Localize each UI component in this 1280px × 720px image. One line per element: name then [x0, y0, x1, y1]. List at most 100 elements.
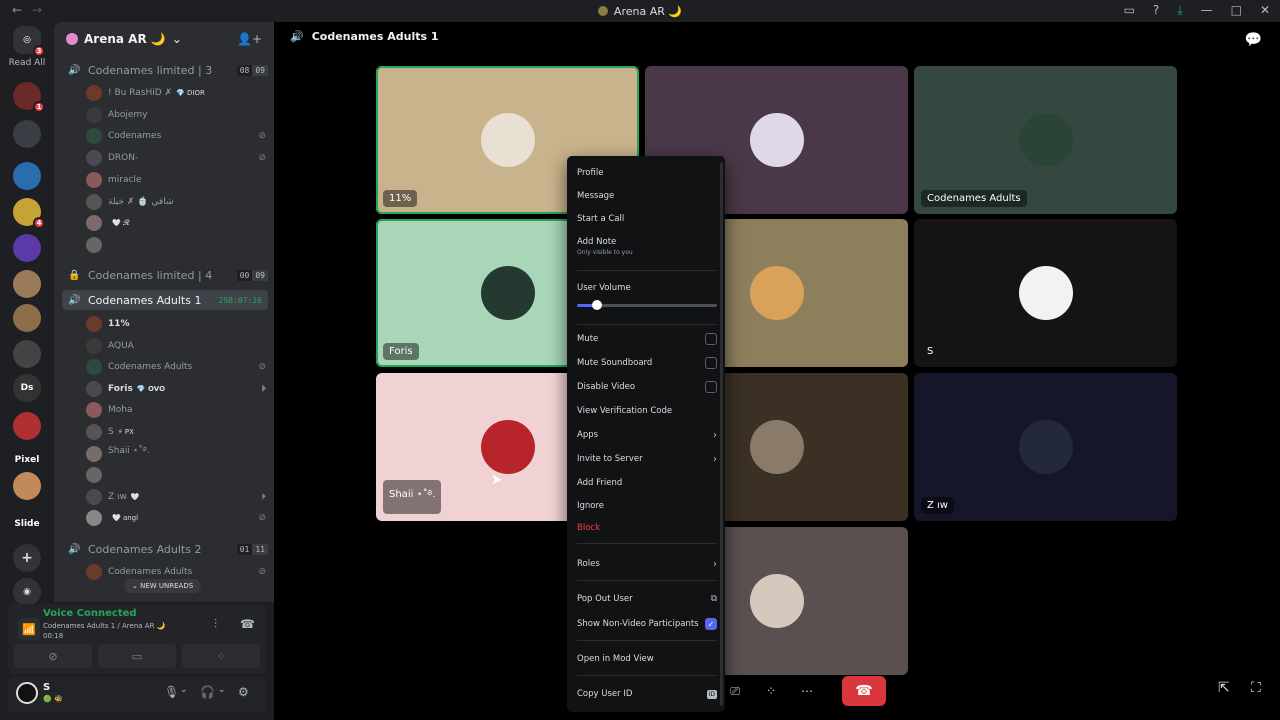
show-non-video-checkbox[interactable]: ✓	[705, 618, 717, 630]
inbox-icon[interactable]: ▭	[1124, 3, 1135, 18]
menu-item-start-call[interactable]: Start a Call	[577, 212, 717, 226]
help-icon[interactable]: ?	[1153, 3, 1159, 18]
menu-item-apps[interactable]: Apps ›	[577, 428, 717, 442]
pop-out-icon[interactable]: ⇱	[1218, 680, 1230, 696]
read-all-button[interactable]: Read All	[4, 58, 50, 68]
screen-share-icon[interactable]: ⎚	[724, 680, 746, 702]
server-icon-9[interactable]	[13, 412, 41, 440]
voice-channel-limited-3[interactable]: 🔊 Codenames limited | 3 08 09	[62, 60, 268, 80]
download-icon[interactable]: ⤓	[1177, 3, 1182, 18]
voice-user[interactable]: Shaii ⋆˚࿔.	[86, 444, 266, 464]
chevron-down-icon[interactable]: ⌄	[218, 685, 226, 695]
voice-user[interactable]: 🤍 𝓡	[86, 213, 266, 233]
voice-user[interactable]: miracle	[86, 170, 266, 190]
menu-item-open-mod-view[interactable]: Open in Mod View	[577, 652, 717, 666]
server-icon-12[interactable]: Slide	[13, 510, 41, 538]
server-icon-11[interactable]	[13, 472, 41, 500]
server-icon-1[interactable]	[13, 120, 41, 148]
new-unreads-pill[interactable]: ⌄ NEW UNREADS	[124, 579, 202, 593]
microphone-icon[interactable]: 🎙	[164, 685, 179, 699]
menu-item-add-note[interactable]: Add Note Only visible to you	[577, 235, 717, 256]
server-icon-2[interactable]	[13, 162, 41, 190]
fullscreen-icon[interactable]: ⛶	[1251, 680, 1261, 696]
maximize-icon[interactable]: □	[1231, 3, 1242, 18]
discord-home-button[interactable]: ◎ 3	[13, 26, 45, 57]
voice-user[interactable]: Codenames ⊘	[86, 126, 266, 146]
voice-user[interactable]: Z ıw 🤍 ⏵	[86, 487, 266, 507]
server-icon-8[interactable]: Ds	[13, 374, 41, 402]
server-icon-0[interactable]: 1	[13, 82, 45, 113]
user-name[interactable]: S	[43, 682, 50, 693]
server-icon-4[interactable]	[13, 234, 41, 262]
screen-share-button[interactable]: ▭	[98, 644, 176, 668]
menu-item-disable-video[interactable]: Disable Video	[577, 380, 717, 394]
headphones-icon[interactable]: 🎧	[200, 685, 215, 699]
voice-user[interactable]: Foris 💎 OVO ⏵	[86, 379, 266, 399]
disable-video-checkbox[interactable]	[705, 381, 717, 393]
menu-item-profile[interactable]: Profile	[577, 166, 717, 180]
voice-user[interactable]: 🤍 angl ⊘	[86, 508, 266, 528]
activities-icon[interactable]: ⁘	[760, 680, 782, 702]
noise-suppression-icon[interactable]: ⫶	[214, 617, 217, 632]
voice-channel-limited-4[interactable]: 🔒 Codenames limited | 4 00 09	[62, 265, 268, 285]
minimize-icon[interactable]: —	[1201, 3, 1213, 18]
forward-arrow-icon[interactable]: →	[32, 3, 42, 17]
user-volume-slider[interactable]	[577, 300, 717, 310]
voice-user[interactable]: Moha	[86, 400, 266, 420]
menu-item-view-verification-code[interactable]: View Verification Code	[577, 404, 717, 418]
menu-item-roles[interactable]: Roles ›	[577, 557, 717, 571]
disconnect-icon[interactable]: ☎	[240, 617, 255, 631]
voice-status[interactable]: Voice Connected	[43, 608, 137, 619]
chat-bubble-icon[interactable]: 💬	[1245, 32, 1262, 48]
server-icon-7[interactable]	[13, 340, 41, 368]
activities-button[interactable]: ⁘	[182, 644, 260, 668]
menu-item-block[interactable]: Block	[577, 521, 717, 535]
menu-item-add-friend[interactable]: Add Friend	[577, 476, 717, 490]
server-icon-10[interactable]: Pixel	[13, 446, 41, 474]
hang-up-button[interactable]: ☎	[842, 676, 886, 706]
participant-tile[interactable]: Z ıw	[914, 373, 1177, 521]
mute-soundboard-checkbox[interactable]	[705, 357, 717, 369]
voice-user[interactable]: S ⚡ PX	[86, 422, 266, 442]
close-icon[interactable]: ✕	[1260, 3, 1270, 18]
menu-item-mute-soundboard[interactable]: Mute Soundboard	[577, 356, 717, 370]
add-server-icon[interactable]: +	[13, 544, 41, 572]
voice-channel-adults-2[interactable]: 🔊 Codenames Adults 2 01 11	[62, 539, 268, 559]
voice-user[interactable]: AQUA	[86, 336, 266, 356]
participant-tile[interactable]: S	[914, 219, 1177, 367]
discover-icon[interactable]: ◉	[13, 578, 41, 606]
gear-icon[interactable]: ⚙	[238, 685, 249, 699]
server-icon-5[interactable]	[13, 270, 41, 298]
voice-user[interactable]	[86, 235, 266, 255]
voice-user[interactable]: DRON- ⊘	[86, 148, 266, 168]
voice-user[interactable]: شافي 🍵 ✗ خيلة	[86, 192, 266, 212]
mute-checkbox[interactable]	[705, 333, 717, 345]
slider-handle[interactable]	[591, 300, 602, 310]
menu-scrollbar[interactable]	[720, 162, 723, 706]
voice-user[interactable]: Codenames Adults ⊘	[86, 357, 266, 377]
voice-user[interactable]: 11%	[86, 314, 266, 334]
voice-channel-adults-1[interactable]: 🔊 Codenames Adults 1 298:07:16	[62, 290, 268, 310]
voice-user[interactable]: Abojemy	[86, 105, 266, 125]
camera-off-button[interactable]: ⊘	[14, 644, 92, 668]
server-icon-3[interactable]: 4	[13, 198, 45, 229]
voice-user[interactable]	[86, 465, 266, 485]
menu-item-show-non-video[interactable]: Show Non-Video Participants ✓	[577, 617, 717, 631]
participant-tile[interactable]: Codenames Adults	[914, 66, 1177, 214]
menu-item-invite-to-server[interactable]: Invite to Server ›	[577, 452, 717, 466]
menu-item-copy-user-id[interactable]: Copy User ID ID	[577, 687, 717, 701]
more-options-icon[interactable]: ⋯	[796, 680, 818, 702]
menu-item-message[interactable]: Message	[577, 189, 717, 203]
guild-header[interactable]: Arena AR 🌙 ⌄ 👤+	[54, 22, 274, 56]
avatar[interactable]	[16, 682, 38, 704]
server-icon-6[interactable]	[13, 304, 41, 332]
invite-people-icon[interactable]: 👤+	[237, 32, 262, 46]
chevron-down-icon[interactable]: ⌄	[180, 685, 188, 695]
voice-channel-path[interactable]: Codenames Adults 1 / Arena AR 🌙	[43, 622, 165, 630]
back-arrow-icon[interactable]: ←	[12, 3, 22, 17]
voice-user[interactable]: ! Bu RasHiD ✗ 💎 DIOR	[86, 83, 266, 103]
menu-item-mute[interactable]: Mute	[577, 332, 717, 346]
menu-item-ignore[interactable]: Ignore	[577, 499, 717, 513]
signal-icon[interactable]: 📶	[18, 618, 40, 640]
menu-item-pop-out-user[interactable]: Pop Out User ⧉	[577, 592, 717, 606]
